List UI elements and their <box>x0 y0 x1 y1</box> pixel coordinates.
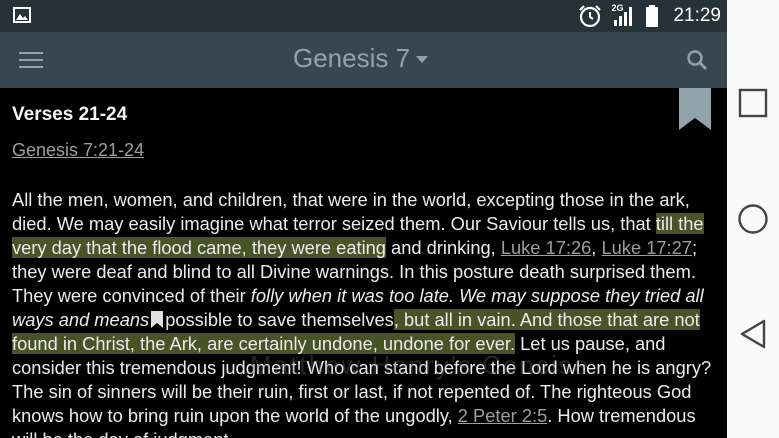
status-time: 21:29 <box>673 5 721 26</box>
menu-icon[interactable] <box>19 52 43 70</box>
app-toolbar: Genesis 7 <box>0 32 727 88</box>
chapter-selector[interactable]: Genesis 7 <box>293 43 429 74</box>
scripture-link[interactable]: Luke 17:27 <box>601 237 691 258</box>
back-button[interactable] <box>727 318 779 350</box>
back-icon[interactable] <box>738 318 768 350</box>
paragraph-text: All the men, women, and children, that w… <box>12 189 690 234</box>
chapter-title[interactable]: Genesis 7 <box>293 43 410 74</box>
status-bar: 2G 21:29 <box>0 0 727 32</box>
section-heading: Verses 21-24 <box>12 104 128 125</box>
paragraph-text: possible to save themselves <box>165 309 394 330</box>
scripture-link[interactable]: 2 Peter 2:5 <box>458 405 547 426</box>
watermark-text: Matthew Henry's Concise <box>250 350 590 380</box>
search-icon[interactable] <box>686 49 708 71</box>
text-selection-handle-icon[interactable] <box>151 310 164 328</box>
dropdown-caret-icon[interactable] <box>416 56 429 63</box>
alarm-icon <box>579 5 602 28</box>
navigation-bar <box>727 0 779 438</box>
scripture-link[interactable]: Luke 17:26 <box>501 237 591 258</box>
status-icons: 2G 21:29 <box>577 3 721 28</box>
paragraph-text: and drinking, <box>385 237 501 258</box>
bookmark-icon[interactable] <box>679 88 711 130</box>
signal-icon: 2G <box>611 3 637 28</box>
home-icon[interactable] <box>737 203 769 235</box>
recent-apps-button[interactable] <box>727 88 779 118</box>
recent-apps-icon[interactable] <box>738 88 768 118</box>
commentary-paragraph: All the men, women, and children, that w… <box>12 188 712 438</box>
paragraph-text: , <box>591 237 602 258</box>
home-button[interactable] <box>727 203 779 235</box>
commentary-content[interactable]: Verses 21-24 Genesis 7:21-24 All the men… <box>0 88 727 438</box>
verse-reference-link[interactable]: Genesis 7:21-24 <box>12 140 144 161</box>
gallery-icon <box>13 7 31 23</box>
battery-icon <box>646 5 659 27</box>
